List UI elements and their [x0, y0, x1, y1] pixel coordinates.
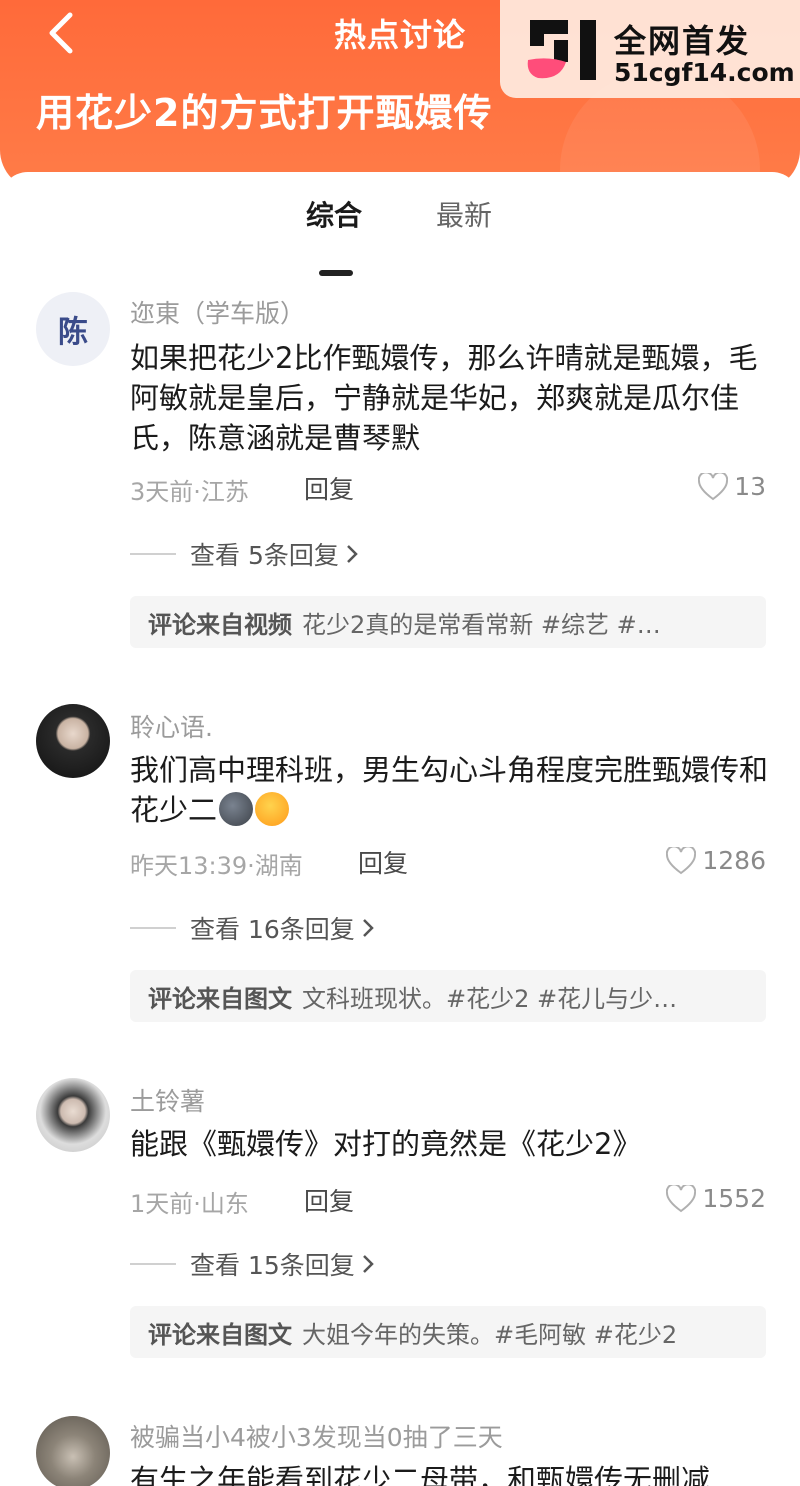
avatar[interactable] [36, 704, 110, 778]
heart-icon [698, 472, 729, 500]
avatar-text: 陈 [58, 315, 88, 350]
tab-bar: 综合 最新 [0, 194, 800, 276]
avatar[interactable]: 陈 [36, 292, 110, 366]
comment-username[interactable]: 土铃薯 [130, 1082, 205, 1118]
comment-text: 我们高中理科班，男生勾心斗角程度完胜甄嬛传和花少二 [130, 750, 770, 830]
chevron-right-icon [362, 1255, 374, 1273]
watermark-badge: 全网首发 51cgf14.com [500, 0, 800, 98]
source-text: 大姐今年的失策。#毛阿敏 #花少2 [302, 1320, 678, 1349]
brand-logo-icon [527, 20, 596, 80]
emoji-sweat-smile-icon [255, 792, 290, 826]
comment-source[interactable]: 评论来自图文 文科班现状。#花少2 #花儿与少… [130, 970, 766, 1022]
reply-button[interactable]: 回复 [358, 844, 408, 880]
divider-dash [130, 553, 176, 555]
avatar[interactable] [36, 1416, 110, 1486]
comment-list-panel: 综合 最新 陈 迩東（学车版） 如果把花少2比作甄嬛传，那么许晴就是甄嬛，毛阿敏… [0, 172, 800, 1486]
tab-overall[interactable]: 综合 [306, 194, 362, 234]
heart-icon [666, 1184, 697, 1212]
view-replies-link[interactable]: 查看 5条回复 [130, 536, 359, 572]
heart-icon [666, 846, 697, 874]
watermark-line2: 51cgf14.com [614, 58, 795, 87]
reply-button[interactable]: 回复 [304, 1182, 354, 1218]
topic-title: 用花少2的方式打开甄嬛传 [36, 91, 493, 135]
divider-dash [130, 1263, 176, 1265]
like-count: 1286 [702, 846, 766, 875]
tab-latest[interactable]: 最新 [436, 194, 492, 234]
reply-button[interactable]: 回复 [304, 470, 354, 506]
emoji-sad-face-icon [219, 792, 254, 826]
chevron-right-icon [346, 545, 358, 563]
comment-username[interactable]: 聆心语. [130, 708, 213, 744]
chevron-right-icon [362, 919, 374, 937]
view-replies-link[interactable]: 查看 16条回复 [130, 910, 375, 946]
like-button[interactable]: 13 [698, 472, 766, 501]
source-label: 评论来自视频 [148, 610, 292, 639]
comment-item: 土铃薯 能跟《甄嬛传》对打的竟然是《花少2》 1天前·山东 回复 1552 查看… [0, 1078, 800, 1368]
source-label: 评论来自图文 [148, 984, 292, 1013]
view-replies-label: 查看 16条回复 [190, 915, 355, 944]
like-count: 13 [734, 472, 766, 501]
comment-source[interactable]: 评论来自图文 大姐今年的失策。#毛阿敏 #花少2 [130, 1306, 766, 1358]
comment-item: 被骗当小4被小3发现当0抽了三天 有生之年能看到花少二母带，和甄嬛传无删减 [0, 1414, 800, 1486]
source-text: 花少2真的是常看常新 #综艺 #… [302, 610, 661, 639]
comment-meta: 1天前·山东 [130, 1190, 249, 1218]
comment-item: 聆心语. 我们高中理科班，男生勾心斗角程度完胜甄嬛传和花少二 昨天13:39·湖… [0, 704, 800, 1034]
comment-meta: 3天前·江苏 [130, 478, 249, 506]
like-button[interactable]: 1286 [666, 846, 766, 875]
comment-source[interactable]: 评论来自视频 花少2真的是常看常新 #综艺 #… [130, 596, 766, 648]
comment-text: 能跟《甄嬛传》对打的竟然是《花少2》 [130, 1127, 642, 1161]
comment-username[interactable]: 被骗当小4被小3发现当0抽了三天 [130, 1418, 503, 1454]
avatar[interactable] [36, 1078, 110, 1152]
view-replies-label: 查看 5条回复 [190, 541, 339, 570]
watermark-line1: 全网首发 [614, 22, 751, 60]
comment-text: 有生之年能看到花少二母带，和甄嬛传无删减 [130, 1463, 711, 1486]
active-tab-indicator [319, 270, 353, 276]
source-text: 文科班现状。#花少2 #花儿与少… [302, 984, 678, 1013]
comment-meta: 昨天13:39·湖南 [130, 852, 303, 880]
comment-item: 陈 迩東（学车版） 如果把花少2比作甄嬛传，那么许晴就是甄嬛，毛阿敏就是皇后，宁… [0, 290, 800, 650]
like-button[interactable]: 1552 [666, 1184, 766, 1213]
comment-text: 如果把花少2比作甄嬛传，那么许晴就是甄嬛，毛阿敏就是皇后，宁静就是华妃，郑爽就是… [130, 341, 758, 455]
view-replies-label: 查看 15条回复 [190, 1251, 355, 1280]
divider-dash [130, 927, 176, 929]
view-replies-link[interactable]: 查看 15条回复 [130, 1246, 375, 1282]
source-label: 评论来自图文 [148, 1320, 292, 1349]
like-count: 1552 [702, 1184, 766, 1213]
comment-username[interactable]: 迩東（学车版） [130, 294, 305, 330]
